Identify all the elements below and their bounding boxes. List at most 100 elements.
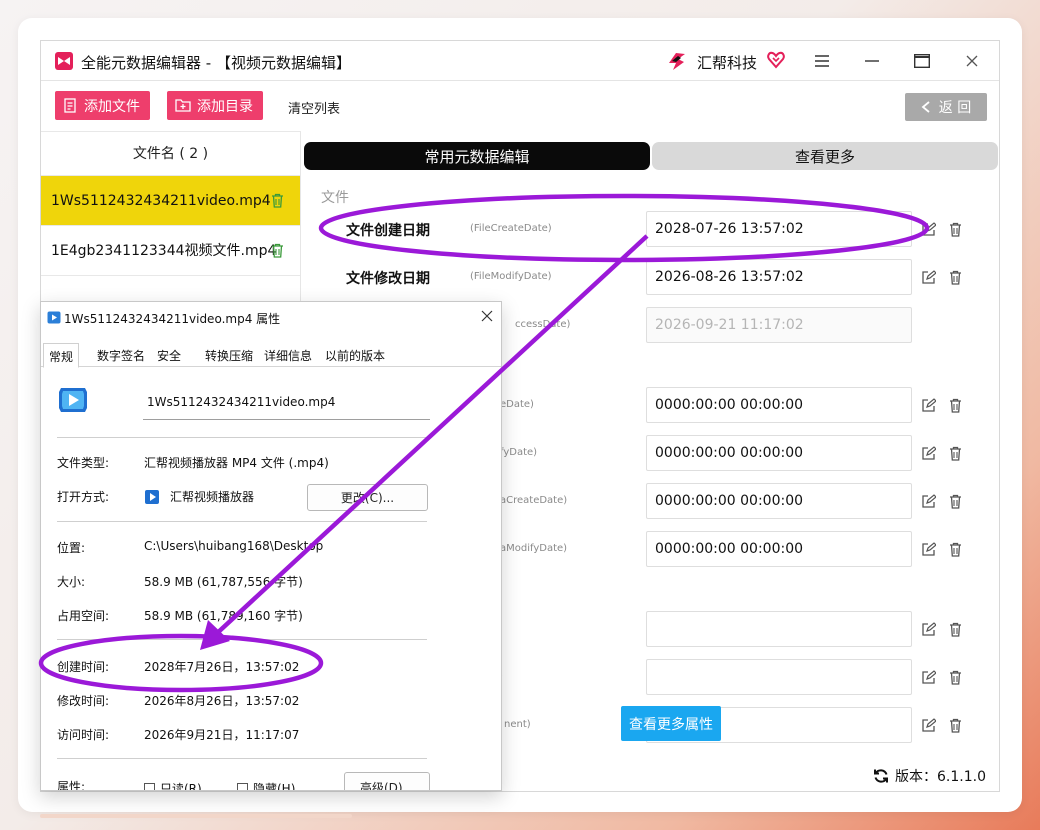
trash-icon[interactable] <box>949 398 962 413</box>
metadata-input[interactable] <box>646 659 912 695</box>
file-type-label: 文件类型: <box>57 456 110 470</box>
attributes-label: 属性: <box>57 780 86 791</box>
metadata-input[interactable] <box>646 611 912 647</box>
create-date-input[interactable]: 0000:00:00 00:00:00 <box>646 387 912 423</box>
field-key: eDate) <box>500 399 534 410</box>
menu-icon[interactable] <box>810 49 834 73</box>
field-key: ccessDate) <box>515 319 571 330</box>
back-button[interactable]: 返 回 <box>905 93 987 121</box>
row-actions <box>921 718 961 734</box>
media-create-date-input[interactable]: 0000:00:00 00:00:00 <box>646 483 912 519</box>
close-icon[interactable] <box>960 49 984 73</box>
field-key: aCreateDate) <box>500 495 568 506</box>
refresh-icon[interactable] <box>873 768 889 784</box>
view-more-attributes-button[interactable]: 查看更多属性 <box>621 706 721 741</box>
file-name: 1Ws5112432434211video.mp4 <box>51 193 271 209</box>
row-actions <box>921 446 961 462</box>
trash-icon[interactable] <box>949 222 962 237</box>
field-key: (FileCreateDate) <box>470 223 552 234</box>
edit-icon[interactable] <box>921 622 936 637</box>
trash-icon[interactable] <box>271 193 284 208</box>
field-key: aModifyDate) <box>500 543 568 554</box>
tab-convert-compress[interactable]: 转换压缩 <box>200 343 258 367</box>
dialog-tabs: 常规 数字签名 安全 转换压缩 详细信息 以前的版本 <box>41 343 501 368</box>
player-app-icon <box>145 490 159 504</box>
file-type-value: 汇帮视频播放器 MP4 文件 (.mp4) <box>144 456 329 470</box>
field-label: 文件创建日期 <box>346 223 430 239</box>
file-access-date-input: 2026-09-21 11:17:02 <box>646 307 912 343</box>
filename-field[interactable]: 1Ws5112432434211video.mp4 <box>143 390 430 420</box>
hidden-label: 隐藏(H) <box>253 782 296 791</box>
edit-icon[interactable] <box>921 446 936 461</box>
readonly-checkbox[interactable] <box>144 783 155 790</box>
dialog-close-icon[interactable] <box>481 310 493 322</box>
minimize-icon[interactable] <box>860 49 884 73</box>
readonly-label: 只读(R) <box>160 782 202 791</box>
section-label: 文件 <box>321 190 349 206</box>
edit-icon[interactable] <box>921 494 936 509</box>
created-value: 2028年7月26日，13:57:02 <box>144 660 300 674</box>
edit-icon[interactable] <box>921 542 936 557</box>
location-label: 位置: <box>57 541 86 555</box>
trash-icon[interactable] <box>949 670 962 685</box>
back-label: 返 回 <box>938 100 972 116</box>
modified-value: 2026年8月26日，13:57:02 <box>144 694 300 708</box>
dialog-body: 1Ws5112432434211video.mp4 文件类型: 汇帮视频播放器 … <box>41 368 501 791</box>
file-row[interactable]: 1E4gb2341123344视频文件.mp4 <box>41 226 300 276</box>
tab-digital-signature[interactable]: 数字签名 <box>92 343 150 367</box>
size-label: 大小: <box>57 575 86 589</box>
edit-icon[interactable] <box>921 222 936 237</box>
tab-general[interactable]: 常规 <box>43 343 80 368</box>
file-modify-date-input[interactable]: 2026-08-26 13:57:02 <box>646 259 912 295</box>
tab-security[interactable]: 安全 <box>152 343 186 367</box>
file-create-date-input[interactable]: 2028-07-26 13:57:02 <box>646 211 912 247</box>
hidden-checkbox[interactable] <box>237 783 248 790</box>
tab-common-metadata[interactable]: 常用元数据编辑 <box>304 142 650 170</box>
field-label: 文件修改日期 <box>346 271 430 287</box>
trash-icon[interactable] <box>949 622 962 637</box>
disk-size-label: 占用空间: <box>57 609 110 623</box>
clear-list-button[interactable]: 清空列表 <box>288 98 340 117</box>
brand-name: 汇帮科技 <box>697 54 758 72</box>
row-actions <box>921 622 961 638</box>
advanced-button[interactable]: 高级(D)... <box>344 772 430 790</box>
row-actions <box>921 542 961 558</box>
row-actions <box>921 494 961 510</box>
field-key: nent) <box>504 719 531 730</box>
tab-details[interactable]: 详细信息 <box>259 343 317 367</box>
change-button[interactable]: 更改(C)... <box>307 484 428 511</box>
version-text: 版本：6.1.1.0 <box>895 769 986 785</box>
disk-size-value: 58.9 MB (61,789,160 字节) <box>144 609 303 623</box>
row-actions <box>921 670 961 686</box>
trash-icon[interactable] <box>949 446 962 461</box>
add-file-button[interactable]: 添加文件 <box>55 91 150 120</box>
divider <box>57 758 427 759</box>
chevron-left-icon <box>921 101 930 113</box>
created-label: 创建时间: <box>57 660 110 674</box>
trash-icon[interactable] <box>949 270 962 285</box>
trash-icon[interactable] <box>271 243 284 258</box>
edit-icon[interactable] <box>921 718 936 733</box>
add-directory-button[interactable]: 添加目录 <box>167 91 263 120</box>
divider <box>57 639 427 640</box>
heart-icon[interactable] <box>766 50 786 70</box>
media-modify-date-input[interactable]: 0000:00:00 00:00:00 <box>646 531 912 567</box>
row-actions <box>921 270 961 286</box>
trash-icon[interactable] <box>949 542 962 557</box>
row-actions <box>921 222 961 238</box>
edit-icon[interactable] <box>921 270 936 285</box>
video-file-icon <box>47 311 61 324</box>
edit-icon[interactable] <box>921 398 936 413</box>
trash-icon[interactable] <box>949 718 962 733</box>
dialog-title-bar: 1Ws5112432434211video.mp4 属性 <box>41 302 501 334</box>
trash-icon[interactable] <box>949 494 962 509</box>
modify-date-input[interactable]: 0000:00:00 00:00:00 <box>646 435 912 471</box>
tab-previous-versions[interactable]: 以前的版本 <box>320 343 390 367</box>
divider <box>57 437 427 438</box>
location-value: C:\Users\huibang168\Desktop <box>144 539 324 553</box>
add-file-icon <box>64 98 76 113</box>
maximize-icon[interactable] <box>910 49 934 73</box>
file-row[interactable]: 1Ws5112432434211video.mp4 <box>41 176 300 226</box>
tab-view-more[interactable]: 查看更多 <box>652 142 998 170</box>
edit-icon[interactable] <box>921 670 936 685</box>
